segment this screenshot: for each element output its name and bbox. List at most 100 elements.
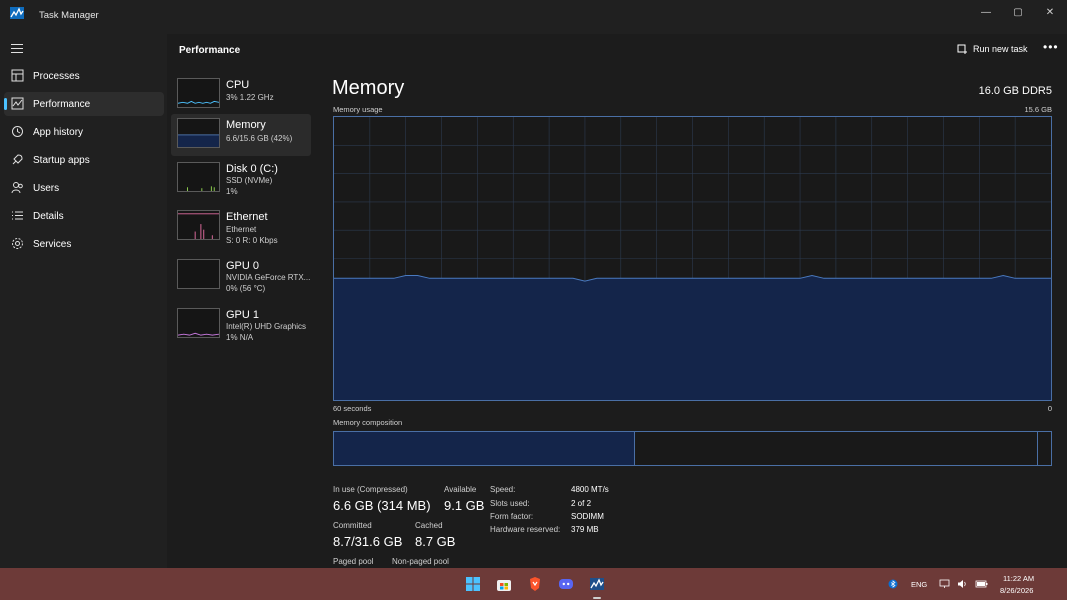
device-name: CPU [226,79,250,91]
in-use-label: In use (Compressed) [333,485,408,494]
sidebar-item-label: Processes [33,70,80,82]
composition-reserved [1037,432,1051,465]
close-button[interactable]: ✕ [1034,0,1066,24]
bluetooth-icon[interactable] [888,579,898,589]
processes-icon [11,69,24,82]
form-factor-label: Form factor: [490,512,534,521]
device-detail: 3% 1.22 GHz [226,93,274,102]
title-bar: Task Manager — ▢ ✕ [0,0,1067,34]
device-name: Memory [226,119,266,131]
network-icon[interactable] [939,579,950,589]
cached-value: 8.7 GB [415,534,456,549]
composition-in-use [334,432,636,465]
history-icon [12,126,23,137]
device-name: Ethernet [226,211,268,223]
sidebar-item-processes[interactable]: Processes [4,64,164,88]
memory-spec: 16.0 GB DDR5 [978,85,1052,97]
device-ethernet[interactable]: Ethernet Ethernet S: 0 R: 0 Kbps [171,206,311,248]
sidebar-item-details[interactable]: Details [4,204,164,228]
gpu1-thumbnail [177,308,220,338]
taskbar: ENG 11:22 AM 8/26/2026 [0,568,1067,600]
performance-panel: Performance Run new task ••• CPU 3% 1.22… [167,34,1067,568]
device-name: GPU 0 [226,260,260,272]
nonpaged-pool-label: Non-paged pool [392,557,449,566]
run-new-task-label: Run new task [973,44,1028,54]
task-manager-taskbar-icon[interactable] [589,576,605,592]
committed-label: Committed [333,521,372,530]
memory-usage-graph [333,116,1052,401]
sidebar-item-label: Performance [33,98,91,110]
device-disk[interactable]: Disk 0 (C:) SSD (NVMe) 1% [171,158,311,200]
hardware-reserved-value: 379 MB [571,525,599,534]
maximize-button[interactable]: ▢ [1002,0,1034,24]
startup-icon [12,154,23,165]
device-gpu0[interactable]: GPU 0 NVIDIA GeForce RTX... 0% (56 °C) [171,255,311,297]
device-detail-2: 1% [226,187,238,196]
memory-thumbnail [177,118,220,148]
speed-value: 4800 MT/s [571,485,609,494]
device-name: GPU 1 [226,309,260,321]
clock-date[interactable]: 8/26/2026 [1000,586,1033,595]
memory-composition-label: Memory composition [333,418,403,427]
available-value: 9.1 GB [444,498,485,513]
committed-value: 8.7/31.6 GB [333,534,403,549]
device-gpu1[interactable]: GPU 1 Intel(R) UHD Graphics 1% N/A [171,304,311,346]
disk-thumbnail [177,162,220,192]
more-options-button[interactable]: ••• [1043,40,1059,54]
window-title: Task Manager [39,10,99,21]
page-title: Performance [179,45,241,56]
services-icon [12,238,23,249]
sidebar-item-label: Details [33,210,64,222]
details-icon [12,211,23,220]
device-detail: Ethernet [226,225,257,234]
device-detail-2: 1% N/A [226,333,254,342]
sidebar-item-label: Users [33,182,60,194]
in-use-value: 6.6 GB (314 MB) [333,498,431,513]
memory-usage-area [334,275,1051,400]
sidebar-item-startup-apps[interactable]: Startup apps [4,148,164,172]
volume-icon[interactable] [957,579,968,589]
language-indicator[interactable]: ENG [911,580,927,589]
slots-label: Slots used: [490,499,530,508]
sidebar: Processes Performance App history Startu… [0,34,167,568]
store-icon[interactable] [496,576,512,592]
discord-icon[interactable] [558,576,574,592]
sidebar-item-performance[interactable]: Performance [4,92,164,116]
menu-icon[interactable] [11,44,23,56]
device-detail: SSD (NVMe) [226,176,273,185]
time-axis-end: 0 [1047,404,1052,413]
minimize-button[interactable]: — [970,0,1002,24]
performance-icon [11,97,24,110]
device-detail: 6.6/15.6 GB (42%) [226,134,293,143]
device-name: Disk 0 (C:) [226,163,278,175]
device-detail: Intel(R) UHD Graphics [226,322,307,331]
sidebar-item-users[interactable]: Users [4,176,164,200]
sidebar-item-label: App history [33,126,84,138]
available-label: Available [444,485,477,494]
task-manager-icon [10,7,24,19]
memory-title: Memory [332,77,405,99]
active-app-indicator [593,597,601,599]
memory-usage-max: 15.6 GB [1024,105,1052,114]
sidebar-item-app-history[interactable]: App history [4,120,164,144]
clock-time[interactable]: 11:22 AM [1003,574,1034,583]
device-detail-2: 0% (56 °C) [226,284,266,293]
device-memory[interactable]: Memory 6.6/15.6 GB (42%) [171,114,311,156]
run-new-task-button[interactable]: Run new task [957,42,1028,56]
sidebar-item-label: Startup apps [33,154,90,166]
memory-usage-label: Memory usage [333,105,383,114]
sidebar-item-label: Services [33,238,72,250]
device-cpu[interactable]: CPU 3% 1.22 GHz [171,74,311,116]
battery-icon[interactable] [975,579,989,589]
windows-start-icon[interactable] [465,576,481,592]
brave-browser-icon[interactable] [527,576,543,592]
device-detail: NVIDIA GeForce RTX... [226,273,311,282]
slots-value: 2 of 2 [571,499,592,508]
time-axis-start: 60 seconds [333,404,372,413]
device-detail-2: S: 0 R: 0 Kbps [226,236,278,245]
cpu-thumbnail [177,78,220,108]
paged-pool-label: Paged pool [333,557,374,566]
memory-usage-chart [334,117,1051,400]
sidebar-item-services[interactable]: Services [4,232,164,256]
ethernet-thumbnail [177,210,220,240]
